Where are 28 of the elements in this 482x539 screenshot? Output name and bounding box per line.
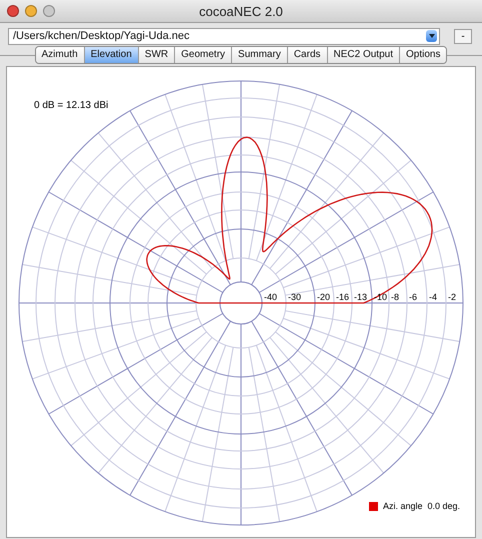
tab[interactable]: Geometry <box>175 47 232 63</box>
ring-label: -6 <box>409 292 418 302</box>
ring-label: -8 <box>391 292 400 302</box>
minimize-button[interactable] <box>25 5 37 17</box>
tab[interactable]: SWR <box>138 47 176 63</box>
ring-label: -10 <box>374 292 388 302</box>
minus-button[interactable]: - <box>454 28 472 44</box>
ring-label: -4 <box>429 292 438 302</box>
tab[interactable]: Azimuth <box>36 47 85 63</box>
tab[interactable]: Cards <box>288 47 328 63</box>
dropdown-arrow-icon <box>426 30 437 42</box>
ring-label: -20 <box>317 292 330 302</box>
close-button[interactable] <box>7 5 19 17</box>
tab[interactable]: Options <box>400 47 446 63</box>
file-path-popup[interactable]: /Users/kchen/Desktop/Yagi-Uda.nec <box>8 28 440 44</box>
ring-label: -2 <box>448 292 456 302</box>
reference-label: 0 dB = 12.13 dBi <box>34 100 108 111</box>
tab[interactable]: Summary <box>232 47 288 63</box>
ring-label: -30 <box>288 292 302 302</box>
tab[interactable]: Elevation <box>84 47 139 63</box>
legend-swatch-icon <box>369 502 378 510</box>
tab[interactable]: NEC2 Output <box>328 47 400 63</box>
ring-label: -13 <box>354 292 368 302</box>
ring-label: -40 <box>264 292 278 302</box>
legend-label: Azi. angle 0.0 deg. <box>383 501 460 511</box>
ring-label: -16 <box>336 292 350 302</box>
window-title: cocoaNEC 2.0 <box>199 4 283 18</box>
zoom-button[interactable] <box>43 5 55 17</box>
